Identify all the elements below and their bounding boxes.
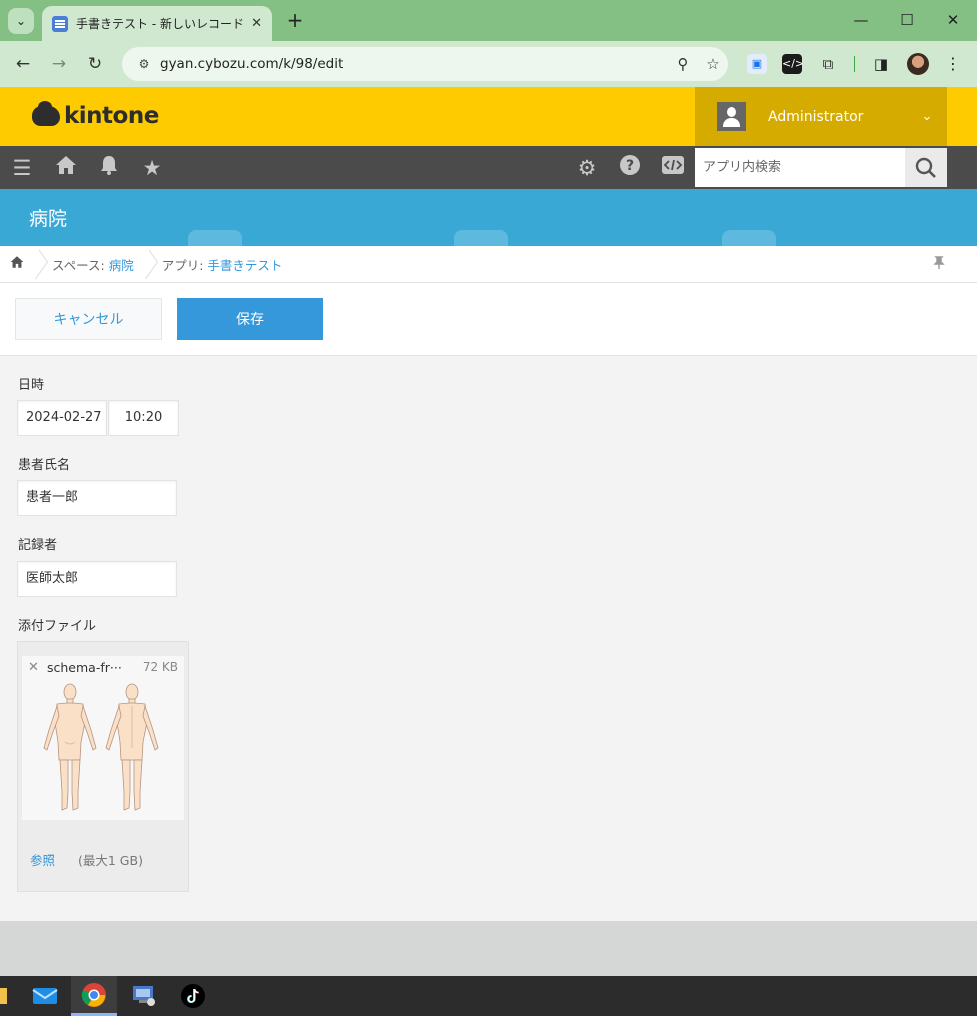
more-menu-icon[interactable]: ⋮ [943,54,963,74]
recorder-field[interactable]: 医師太郎 [17,561,177,597]
search-button[interactable] [905,148,947,187]
browser-tabstrip: ⌄ 手書きテスト - 新しいレコード ✕ + — ☐ ✕ [0,0,977,41]
new-tab-button[interactable]: + [284,9,306,31]
record-form: 日時 2024-02-27 10:20 患者氏名 患者一郎 記録者 医師太郎 添… [0,356,977,921]
kintone-cloud-icon [32,101,60,126]
side-panel-icon[interactable]: ◨ [871,54,891,74]
home-icon[interactable] [52,154,80,182]
site-info-icon[interactable]: ⚙ [136,56,152,72]
maximize-button[interactable]: ☐ [892,8,922,32]
bookmark-star-icon[interactable]: ☆ [698,55,728,73]
tiktok-app-icon[interactable] [170,976,216,1016]
zoom-icon[interactable]: ⚲ [668,55,698,73]
space-banner: 病院 [0,189,977,246]
time-field[interactable]: 10:20 [108,400,179,436]
devtools-extension-icon[interactable]: </> [782,54,804,74]
kintone-header: kintone Administrator ⌄ [0,87,977,146]
user-icon [717,102,746,131]
breadcrumb-space-prefix: スペース: [52,257,105,273]
chrome-app-icon[interactable] [71,976,117,1016]
os-taskbar [0,976,977,1016]
attachment-file-name[interactable]: schema-fr··· [47,660,127,675]
kintone-nav-bar: ☰ ★ ⚙ ? [0,146,977,189]
tab-close-icon[interactable]: ✕ [251,16,262,31]
help-icon[interactable]: ? [616,154,644,182]
browse-file-link[interactable]: 参照 [30,850,55,869]
body-schema-thumbnail[interactable] [30,682,176,816]
browser-tab-title: 手書きテスト - 新しいレコード [76,17,244,31]
minimize-button[interactable]: — [846,8,876,32]
toolbar-divider [854,56,855,72]
breadcrumb-separator [34,246,48,283]
gear-icon[interactable]: ⚙ [573,154,601,182]
cloud-decoration [454,230,508,246]
url-text[interactable]: gyan.cybozu.com/k/98/edit [160,56,668,72]
breadcrumb-separator [144,246,158,283]
tab-search-button[interactable]: ⌄ [8,8,34,34]
menu-icon[interactable]: ☰ [8,154,36,182]
recorder-label: 記録者 [18,538,58,553]
svg-text:?: ? [626,158,634,174]
attachment-field: ✕ schema-fr··· 72 KB 参照 (最大1 GB) [17,641,189,892]
patient-name-field[interactable]: 患者一郎 [17,480,177,516]
star-icon[interactable]: ★ [138,154,166,182]
breadcrumb-space: スペース: 病院 [48,255,144,274]
browser-toolbar: ← → ↻ ⚙ gyan.cybozu.com/k/98/edit ⚲ ☆ ▣ … [0,41,977,87]
cloud-decoration [188,230,242,246]
record-action-bar: キャンセル 保存 [0,283,977,356]
save-button[interactable]: 保存 [177,298,323,340]
forward-button[interactable]: → [46,51,72,77]
breadcrumb-app-prefix: アプリ: [161,257,204,273]
search-icon [915,157,936,178]
address-bar[interactable]: ⚙ gyan.cybozu.com/k/98/edit ⚲ ☆ [122,47,728,81]
breadcrumb-app: アプリ: 手書きテスト [158,255,293,274]
kintone-favicon-icon [52,15,68,32]
extensions-puzzle-icon[interactable]: ⧉ [818,54,838,74]
remove-file-icon[interactable]: ✕ [28,660,39,675]
chevron-down-icon: ⌄ [15,14,27,28]
cancel-button[interactable]: キャンセル [15,298,162,340]
datetime-label: 日時 [18,378,45,393]
translate-extension-icon[interactable]: ▣ [747,54,767,74]
breadcrumb: スペース: 病院 アプリ: 手書きテスト [0,246,977,283]
patient-name-label: 患者氏名 [18,458,71,473]
attachment-file-size: 72 KB [142,660,178,674]
breadcrumb-space-link[interactable]: 病院 [109,258,134,273]
bell-icon[interactable] [95,154,123,182]
attachment-file-card[interactable]: ✕ schema-fr··· 72 KB [22,656,184,820]
window-close-button[interactable]: ✕ [938,8,968,32]
code-icon[interactable] [659,154,687,182]
space-name[interactable]: 病院 [29,204,67,231]
breadcrumb-app-link[interactable]: 手書きテスト [207,258,282,273]
mail-app-icon[interactable] [22,976,68,1016]
remote-desktop-app-icon[interactable] [121,976,167,1016]
chevron-down-icon: ⌄ [921,109,933,124]
back-button[interactable]: ← [10,51,36,77]
app-search-input[interactable] [695,148,905,187]
profile-avatar[interactable] [907,53,929,75]
kintone-logo[interactable]: kintone [32,101,159,129]
attachment-label: 添付ファイル [18,619,97,634]
user-name: Administrator [768,108,864,125]
kintone-logo-text: kintone [64,103,159,129]
max-file-size-note: (最大1 GB) [78,853,143,868]
file-explorer-app-icon[interactable] [0,988,7,1004]
date-field[interactable]: 2024-02-27 [17,400,107,436]
pin-icon[interactable] [933,256,945,274]
cloud-decoration [722,230,776,246]
user-menu[interactable]: Administrator ⌄ [695,87,947,146]
reload-button[interactable]: ↻ [82,51,108,77]
browser-tab[interactable]: 手書きテスト - 新しいレコード ✕ [42,6,272,41]
page-footer-area [0,921,977,976]
